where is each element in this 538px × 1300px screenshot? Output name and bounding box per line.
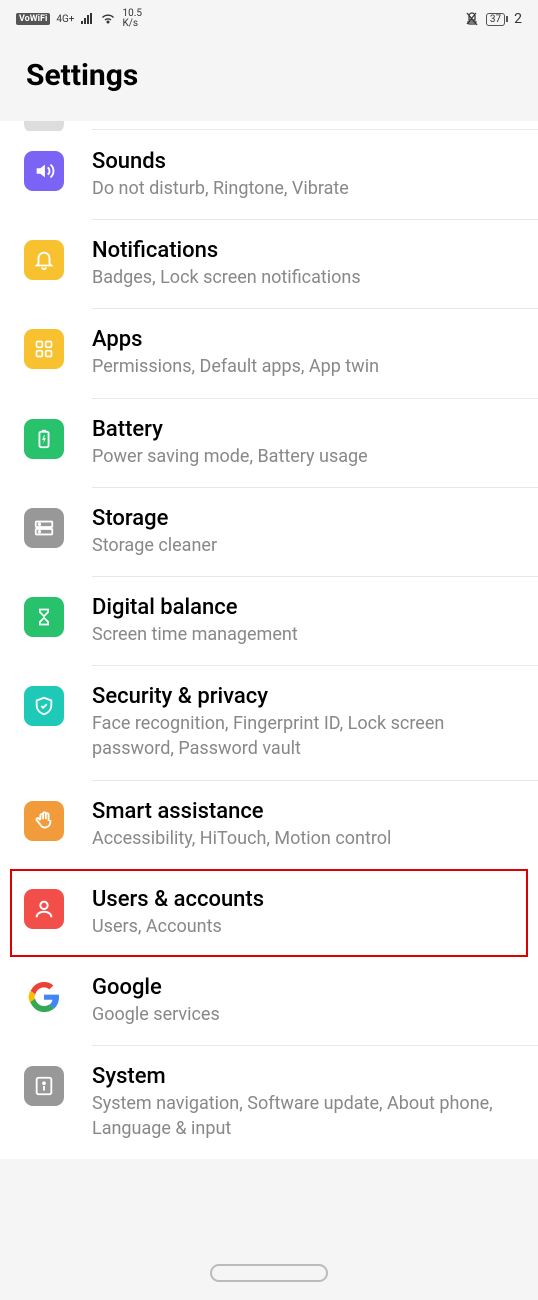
settings-list: Sounds Do not disturb, Ringtone, Vibrate…	[0, 121, 538, 1159]
shield-icon	[24, 686, 64, 726]
settings-header: Settings	[0, 38, 538, 121]
settings-row-storage[interactable]: Storage Storage cleaner	[0, 488, 538, 577]
settings-row-sounds[interactable]: Sounds Do not disturb, Ringtone, Vibrate	[0, 131, 538, 220]
status-bar: VoWiFi 4G+ 10.5 K/s 37 2	[0, 0, 538, 38]
signal-icon	[80, 13, 94, 25]
row-title: Notifications	[92, 238, 522, 263]
row-subtitle: Accessibility, HiTouch, Motion control	[92, 826, 522, 851]
bell-icon	[24, 240, 64, 280]
settings-row-cutoff[interactable]	[0, 121, 538, 131]
settings-row-notifications[interactable]: Notifications Badges, Lock screen notifi…	[0, 220, 538, 309]
storage-icon	[24, 508, 64, 548]
settings-row-system[interactable]: System System navigation, Software updat…	[0, 1046, 538, 1159]
vowifi-badge: VoWiFi	[16, 13, 50, 25]
clock-partial: 2	[514, 11, 522, 27]
battery-icon: 37	[486, 13, 508, 26]
row-title: Storage	[92, 506, 522, 531]
settings-row-apps[interactable]: Apps Permissions, Default apps, App twin	[0, 309, 538, 398]
row-title: Battery	[92, 417, 522, 442]
status-right: 37 2	[464, 11, 522, 27]
row-title: Apps	[92, 327, 522, 352]
network-speed: 10.5 K/s	[122, 9, 142, 29]
page-title: Settings	[26, 58, 512, 93]
row-subtitle: Google services	[92, 1002, 522, 1027]
info-icon	[24, 1066, 64, 1106]
row-title: Smart assistance	[92, 799, 522, 824]
row-subtitle: Badges, Lock screen notifications	[92, 265, 522, 290]
row-title: System	[92, 1064, 522, 1089]
row-title: Security & privacy	[92, 684, 522, 709]
settings-row-smart-assistance[interactable]: Smart assistance Accessibility, HiTouch,…	[0, 781, 538, 869]
settings-row-users-accounts[interactable]: Users & accounts Users, Accounts	[10, 869, 528, 957]
settings-row-battery[interactable]: Battery Power saving mode, Battery usage	[0, 399, 538, 488]
wifi-icon	[100, 13, 116, 25]
settings-row-security[interactable]: Security & privacy Face recognition, Fin…	[0, 666, 538, 780]
status-left: VoWiFi 4G+ 10.5 K/s	[16, 9, 142, 29]
mute-icon	[464, 11, 480, 27]
google-icon	[24, 977, 64, 1017]
row-subtitle: Screen time management	[92, 622, 522, 647]
network-type: 4G+	[56, 14, 74, 25]
row-subtitle: Permissions, Default apps, App twin	[92, 354, 522, 379]
row-subtitle: Do not disturb, Ringtone, Vibrate	[92, 176, 522, 201]
row-subtitle: Storage cleaner	[92, 533, 522, 558]
hourglass-icon	[24, 597, 64, 637]
row-subtitle: Power saving mode, Battery usage	[92, 444, 522, 469]
row-subtitle: System navigation, Software update, Abou…	[92, 1091, 522, 1141]
volume-icon	[24, 151, 64, 191]
settings-row-google[interactable]: Google Google services	[0, 957, 538, 1046]
hand-icon	[24, 801, 64, 841]
row-title: Users & accounts	[92, 887, 512, 912]
battery-app-icon	[24, 419, 64, 459]
row-title: Google	[92, 975, 522, 1000]
row-subtitle: Users, Accounts	[92, 914, 512, 939]
settings-row-digital-balance[interactable]: Digital balance Screen time management	[0, 577, 538, 666]
home-indicator[interactable]	[210, 1264, 328, 1282]
row-subtitle: Face recognition, Fingerprint ID, Lock s…	[92, 711, 522, 761]
person-icon	[24, 889, 64, 929]
apps-icon	[24, 329, 64, 369]
row-title: Sounds	[92, 149, 522, 174]
row-title: Digital balance	[92, 595, 522, 620]
